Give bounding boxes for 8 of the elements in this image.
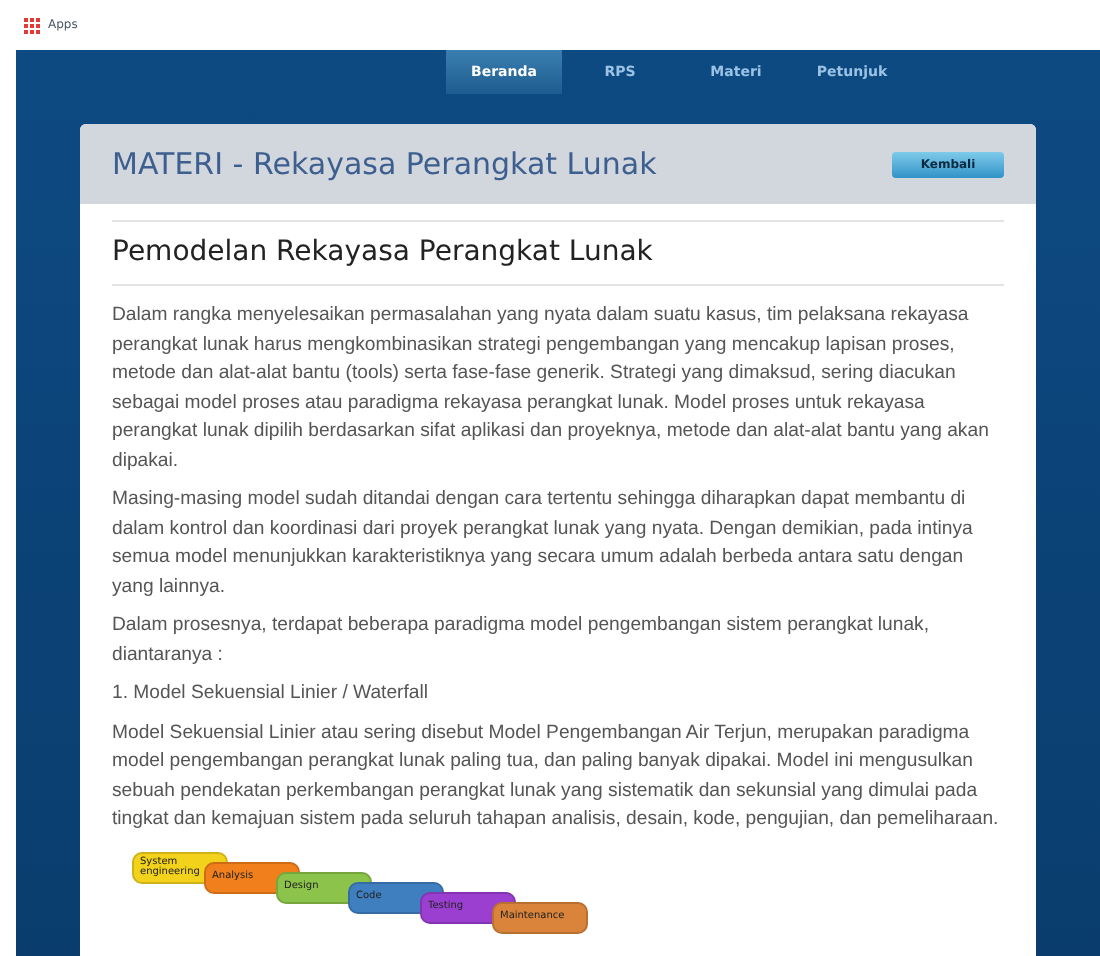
article-paragraph: 1. Model Sekuensial Linier / Waterfall bbox=[112, 680, 431, 708]
article-paragraph: Dalam prosesnya, terdapat beberapa paradigma model pengembangan sistem perangkat lunak, diantaranya : bbox=[112, 612, 932, 669]
panel-title: MATERI - Rekayasa Perangkat Lunak bbox=[112, 143, 657, 186]
article-paragraph: Model Sekuensial Linier atau sering disebut Model Pengembangan Air Terjun, merupakan paradigma model pengembangan perangkat lunak paling tua, dan paling banyak dipakai. Model ini mengusulkan sebuah pendekatan perkembangan perangkat lunak yang sistematik dan sekunsial yang dimulai pada tingkat dan kemajuan sistem pada seluruh tahapan analisis, desain, kode, pengujian, dan pemeliharaan. bbox=[112, 719, 1001, 834]
article-paragraph: Dalam rangka menyelesaikan permasalahan yang nyata dalam suatu kasus, tim pelaksana rekayasa perangkat lunak harus mengkombinasikan strategi pengembangan yang mencakup lapisan proses, metode dan alat-alat bantu (tools) serta fase-fase generik. Strategi yang dimaksud, sering diacukan sebagai model proses atau paradigma rekayasa perangkat lunak. Model proses untuk rekayasa perangkat lunak dipilih berdasarkan sifat aplikasi dan proyeknya, metode dan alat-alat bantu yang akan dipakai. bbox=[112, 302, 991, 475]
apps-grid-icon[interactable] bbox=[24, 17, 40, 33]
article-heading: Pemodelan Rekayasa Perangkat Lunak bbox=[112, 234, 655, 272]
article-paragraph: Masing-masing model sudah ditandai dengan cara tertentu sehingga diharapkan dapat membantu di dalam kontrol dan koordinasi dari proyek perangkat lunak yang nyata. Dengan demikian, pada intinya semua model menunjukkan karakteristiknya yang secara umum adalah berbeda antara satu dengan yang lainnya. bbox=[112, 486, 975, 601]
